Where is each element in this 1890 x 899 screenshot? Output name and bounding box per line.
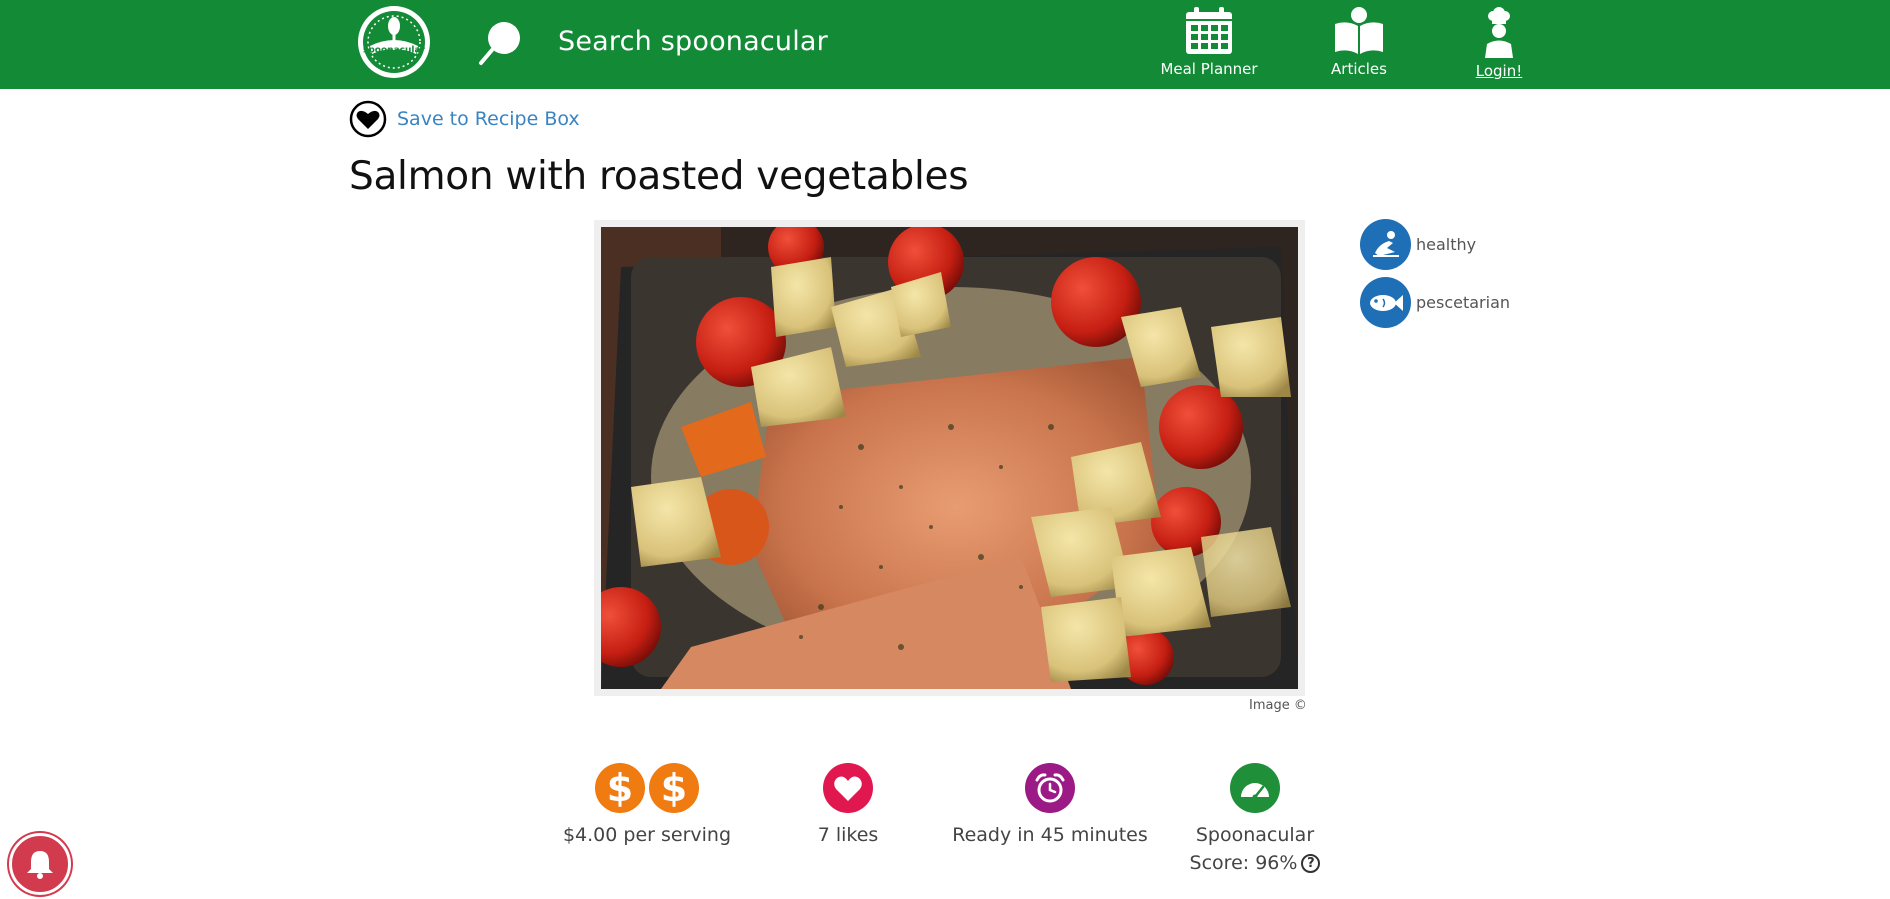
logo-text: spoonacular [363, 46, 426, 56]
notification-bell-button[interactable] [9, 833, 71, 895]
stat-cost: $ $ $4.00 per serving [562, 763, 732, 849]
chef-icon [1485, 7, 1513, 58]
alarm-clock-icon [1025, 763, 1075, 813]
score-label: Spoonacular [1195, 824, 1315, 846]
tag-healthy-label: healthy [1416, 235, 1477, 254]
recipe-image-frame [594, 220, 1305, 696]
ready-in-time: Ready in 45 minutes [952, 824, 1148, 846]
fish-icon [1360, 277, 1411, 328]
help-icon[interactable]: ? [1301, 854, 1321, 873]
score-text: Spoonacular Score: 96%? [1175, 821, 1335, 877]
healthy-icon [1360, 219, 1411, 270]
bell-icon [27, 851, 53, 879]
like-heart-icon [823, 763, 873, 813]
image-credit[interactable]: Image © [1249, 698, 1307, 713]
stat-ready-time: Ready in 45 minutes [950, 763, 1150, 849]
book-reader-icon [1335, 7, 1383, 54]
dollar-icon: $ [649, 763, 699, 813]
save-to-recipe-box-button[interactable]: Save to Recipe Box [349, 100, 580, 138]
score-value: Score: 96% [1189, 852, 1298, 874]
tag-healthy[interactable]: healthy [1360, 219, 1476, 270]
calendar-icon [1186, 7, 1232, 54]
nav-meal-planner[interactable]: Meal Planner [1154, 6, 1264, 84]
heart-icon [349, 100, 387, 138]
stat-score: Spoonacular Score: 96%? [1175, 763, 1335, 877]
recipe-title: Salmon with roasted vegetables [349, 154, 969, 199]
nav-login[interactable]: Login! [1444, 6, 1554, 84]
recipe-image [601, 227, 1298, 689]
tag-pescetarian[interactable]: pescetarian [1360, 277, 1510, 328]
likes-count: 7 likes [817, 824, 879, 846]
cost-per-serving: $4.00 per serving [562, 824, 732, 846]
nav-articles[interactable]: Articles [1304, 6, 1414, 84]
gauge-icon [1230, 763, 1280, 813]
dollar-icon: $ [595, 763, 645, 813]
spoonacular-logo[interactable]: spoonacular [356, 4, 432, 80]
top-header: spoonacular Search spoonacular Meal Plan… [0, 0, 1890, 89]
stat-likes: 7 likes [798, 763, 898, 849]
nav-meal-planner-label: Meal Planner [1160, 60, 1258, 78]
save-label: Save to Recipe Box [397, 108, 580, 130]
tag-pescetarian-label: pescetarian [1416, 293, 1511, 312]
search-input[interactable]: Search spoonacular [558, 26, 828, 57]
search-icon[interactable] [478, 20, 522, 66]
nav-articles-label: Articles [1331, 60, 1387, 78]
nav-login-label: Login! [1475, 62, 1523, 80]
